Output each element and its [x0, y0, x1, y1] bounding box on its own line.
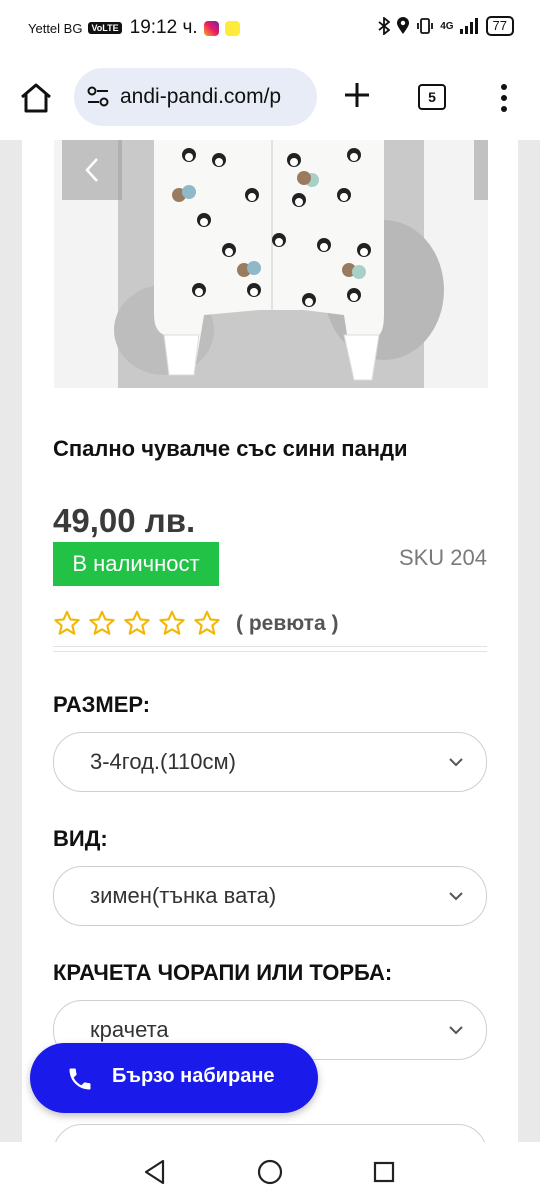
next-select[interactable] — [53, 1124, 487, 1142]
star-icon — [124, 610, 150, 635]
reviews-link[interactable]: ( ревюта ) — [236, 612, 338, 636]
tab-switcher-button[interactable]: 5 — [418, 84, 446, 110]
battery-indicator: 77 — [485, 16, 514, 36]
product-sku: SKU 204 — [398, 545, 487, 570]
signal-icon — [459, 18, 478, 34]
site-settings-icon[interactable] — [86, 86, 110, 108]
chevron-left-icon — [85, 158, 98, 182]
star-icon — [54, 610, 80, 635]
size-select[interactable]: 3-4год.(110см) — [53, 732, 487, 792]
browser-toolbar: andi-pandi.com/p 5 — [0, 58, 540, 141]
size-select-value: 3-4год.(110см) — [90, 749, 236, 774]
home-icon[interactable] — [18, 80, 54, 116]
chevron-down-icon — [449, 1026, 463, 1035]
type-select-value: зимен(тънка вата) — [90, 883, 277, 908]
divider — [53, 646, 487, 652]
rating[interactable]: ( ревюта ) — [53, 610, 338, 637]
feet-label: КРАЧЕТА ЧОРАПИ ИЛИ ТОРБА: — [53, 960, 393, 985]
type-select[interactable]: зимен(тънка вата) — [53, 866, 487, 926]
system-nav-bar — [0, 1142, 540, 1200]
gallery-next-button[interactable] — [474, 140, 488, 200]
address-bar[interactable]: andi-pandi.com/p — [74, 68, 317, 126]
stock-badge: В наличност — [53, 542, 219, 586]
chevron-down-icon — [449, 758, 463, 767]
back-icon[interactable] — [143, 1159, 167, 1185]
quick-dial-label: Бързо набиране — [112, 1065, 275, 1087]
star-icon — [89, 610, 115, 635]
recent-apps-icon[interactable] — [373, 1161, 395, 1183]
product-title: Спално чувалче със сини панди — [53, 436, 408, 461]
quick-dial-button[interactable]: Бързо набиране — [30, 1043, 318, 1113]
chevron-down-icon — [449, 892, 463, 901]
instagram-icon — [203, 20, 219, 36]
gallery-prev-button[interactable] — [62, 140, 122, 200]
carrier-name: Yettel BG — [28, 20, 83, 36]
network-type: 4G — [440, 20, 454, 32]
url-text: andi-pandi.com/p — [120, 85, 282, 108]
bluetooth-icon — [378, 17, 391, 35]
snapchat-icon — [224, 20, 240, 36]
volte-badge: VoLTE — [88, 22, 122, 34]
location-icon — [397, 17, 410, 34]
status-bar: Yettel BG VoLTE 19:12 ч. 4G 77 — [0, 0, 540, 58]
star-icon — [194, 610, 220, 635]
type-label: ВИД: — [53, 826, 108, 851]
new-tab-icon[interactable] — [342, 80, 372, 110]
product-price: 49,00 лв. — [53, 502, 196, 539]
more-menu-icon[interactable] — [494, 82, 514, 114]
clock: 19:12 ч. — [129, 17, 198, 38]
star-icon — [159, 610, 185, 635]
product-image-gallery[interactable] — [54, 140, 488, 388]
vibrate-icon — [417, 18, 434, 34]
product-card: Спално чувалче със сини панди 49,00 лв. … — [22, 140, 518, 1142]
phone-icon — [69, 1068, 91, 1090]
home-nav-icon[interactable] — [257, 1159, 283, 1185]
feet-select-value: крачета — [90, 1017, 169, 1042]
size-label: РАЗМЕР: — [53, 692, 151, 717]
